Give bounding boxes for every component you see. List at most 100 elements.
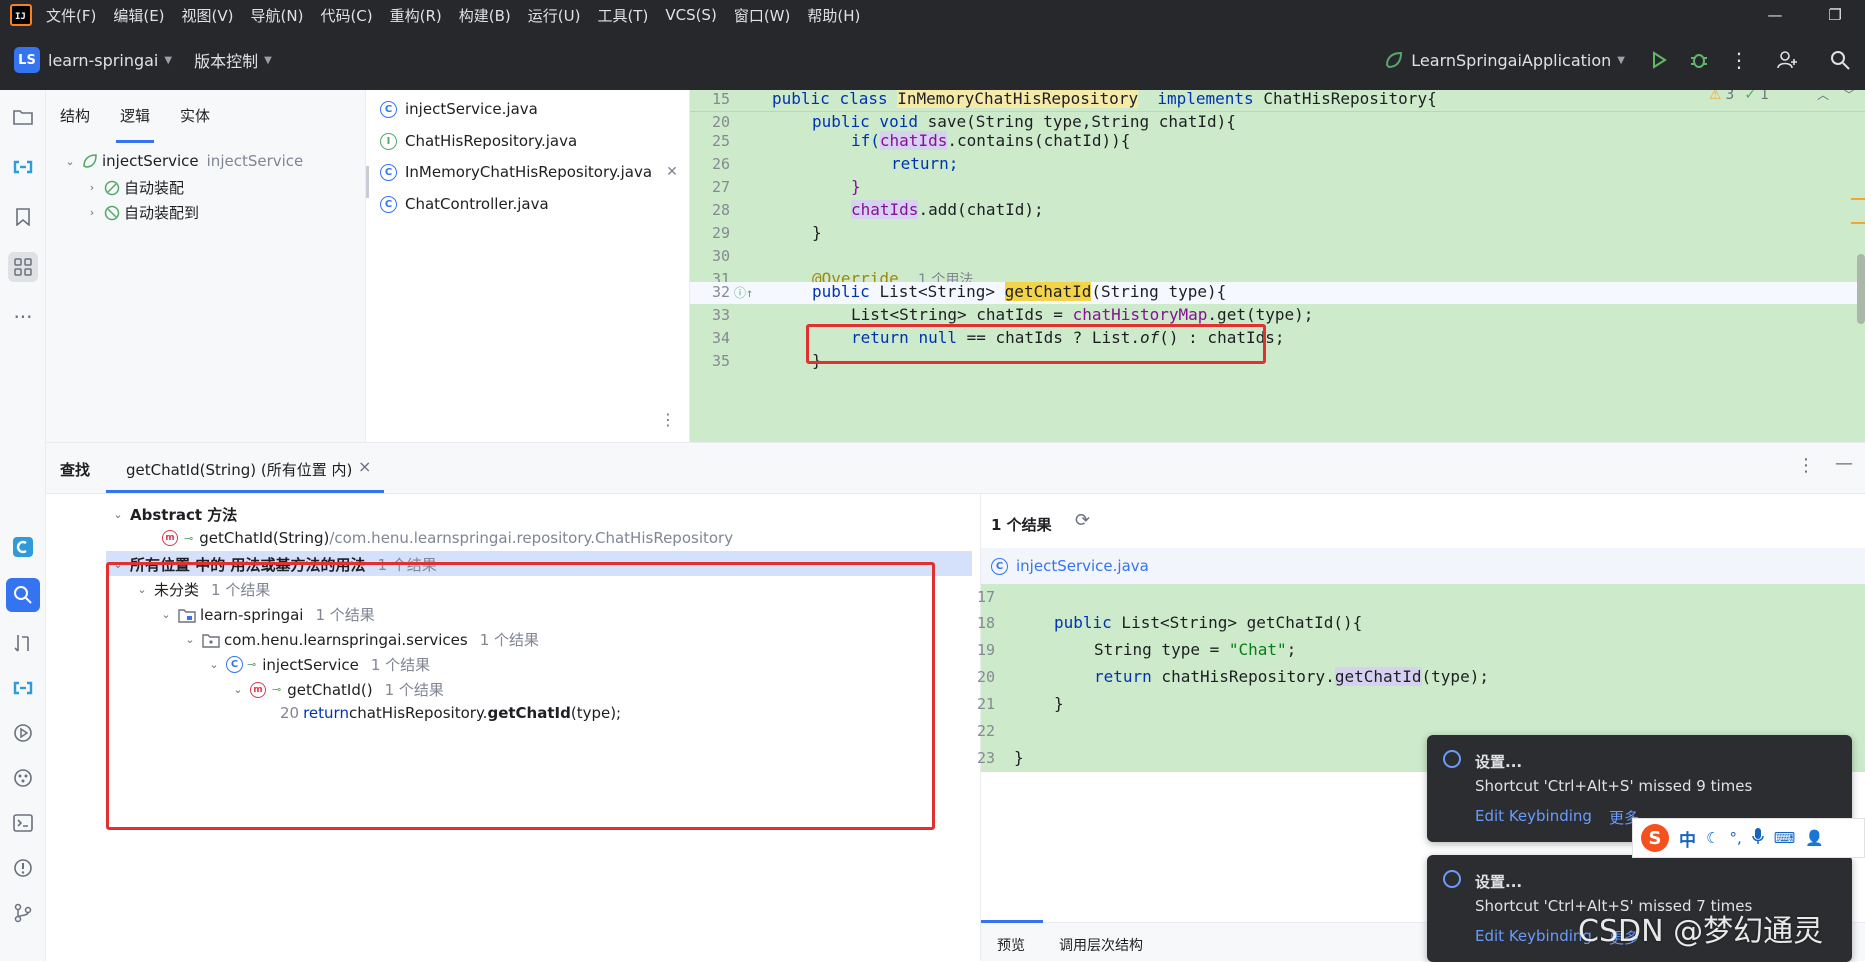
code-token: "Chat" — [1228, 640, 1287, 659]
code-line: public class InMemoryChatHisRepository i… — [772, 90, 1437, 108]
error-stripe-mark[interactable] — [1851, 222, 1865, 224]
add-user-icon[interactable] — [1759, 49, 1815, 71]
inspection-widget[interactable]: ⚠ 3 ✓ 1 — [1709, 90, 1769, 106]
preview-file-header[interactable]: C injectService.java — [981, 548, 1865, 584]
chevron-down-icon[interactable]: ﹀ — [1843, 90, 1855, 103]
chevron-right-icon[interactable]: › — [84, 181, 100, 194]
tab-structure[interactable]: 结构 — [60, 101, 90, 130]
file-item[interactable]: C injectService.java — [380, 100, 538, 118]
menu-edit[interactable]: 编辑(E) — [113, 5, 164, 26]
tree-node-autowired-to[interactable]: › 自动装配到 — [84, 202, 199, 223]
search-icon[interactable] — [1815, 49, 1865, 71]
line-number: 29 — [711, 224, 730, 242]
spring-bean-icon — [82, 153, 98, 169]
user-icon[interactable]: 👤 — [1805, 829, 1824, 847]
group-abstract-methods[interactable]: ⌄ Abstract 方法 — [110, 504, 237, 525]
menu-file[interactable]: 文件(F) — [46, 5, 96, 26]
chevron-down-icon[interactable]: ⌄ — [62, 155, 78, 168]
edit-keybinding-link[interactable]: Edit Keybinding — [1475, 927, 1592, 945]
menu-vcs[interactable]: VCS(S) — [665, 6, 716, 24]
menu-help[interactable]: 帮助(H) — [807, 5, 860, 26]
ime-mode-toggle[interactable]: 中 — [1679, 826, 1696, 851]
chevron-down-icon[interactable]: ⌄ — [110, 508, 126, 521]
code-token: chatIds — [851, 200, 919, 219]
find-tool-header: 查找 getChatId(String) (所有位置 内) × ⋮ — — [46, 442, 1865, 494]
line-number: 21 — [976, 695, 995, 713]
tab-call-hierarchy[interactable]: 调用层次结构 — [1059, 935, 1143, 955]
git-icon[interactable] — [8, 898, 38, 928]
pull-requests-icon[interactable] — [8, 628, 38, 658]
tab-find-query[interactable]: getChatId(String) (所有位置 内) — [126, 459, 352, 480]
chevron-up-icon[interactable]: ︿ — [1817, 90, 1829, 103]
services-icon[interactable] — [8, 718, 38, 748]
bookmarks-icon[interactable] — [8, 202, 38, 232]
active-file-marker — [366, 166, 369, 198]
left-tool-strip: ··· — [0, 90, 46, 961]
menu-run[interactable]: 运行(U) — [528, 5, 581, 26]
tree-node-autowired[interactable]: › 自动装配 — [84, 177, 184, 198]
project-folder-icon[interactable] — [8, 102, 38, 132]
chevron-down-icon[interactable]: ▼ — [264, 55, 272, 66]
code-token: .add(chatId); — [918, 200, 1044, 219]
more-tools-icon[interactable]: ··· — [8, 302, 38, 332]
abstract-method-item[interactable]: m ⊸ getChatId(String) /com.henu.learnspr… — [162, 529, 733, 547]
close-icon[interactable]: × — [358, 457, 371, 476]
tab-logic[interactable]: 逻辑 — [116, 101, 155, 143]
tab-preview[interactable]: 预览 — [997, 935, 1025, 955]
error-stripe-mark[interactable] — [1851, 198, 1865, 200]
project-badge[interactable]: LS — [14, 47, 40, 73]
refresh-icon[interactable]: ⟳ — [1075, 510, 1090, 531]
more-options-icon[interactable]: ⋮ — [1797, 455, 1815, 476]
project-name[interactable]: learn-springai — [48, 51, 158, 70]
debug-icon[interactable] — [1679, 50, 1719, 70]
menu-tools[interactable]: 工具(T) — [597, 5, 648, 26]
ai-assistant-icon[interactable] — [8, 532, 38, 562]
file-item-active[interactable]: C InMemoryChatHisRepository.java ✕ — [380, 163, 678, 181]
menu-window[interactable]: 窗口(W) — [734, 5, 791, 26]
restore-button[interactable]: ❐ — [1805, 0, 1865, 30]
tree-node-injectservice[interactable]: ⌄ injectService injectService — [62, 152, 303, 170]
tab-entity[interactable]: 实体 — [180, 101, 210, 130]
close-icon[interactable]: ✕ — [666, 164, 678, 180]
menu-code[interactable]: 代码(C) — [320, 5, 372, 26]
terminal-icon[interactable] — [8, 808, 38, 838]
problems-icon[interactable] — [8, 853, 38, 883]
file-item[interactable]: I ChatHisRepository.java — [380, 132, 577, 150]
code-line: List<String> chatIds = chatHistoryMap.ge… — [851, 305, 1313, 324]
code-token: List<String> chatIds = — [851, 305, 1073, 324]
minimize-button[interactable]: — — [1745, 0, 1805, 30]
run-configuration[interactable]: LearnSpringaiApplication — [1411, 51, 1611, 70]
keyboard-icon[interactable]: ⌨ — [1774, 829, 1796, 847]
file-name: ChatController.java — [405, 195, 549, 213]
chevron-down-icon[interactable]: ▼ — [1617, 55, 1625, 66]
code-editor[interactable]: 15 public class InMemoryChatHisRepositor… — [690, 90, 1865, 442]
edit-keybinding-link[interactable]: Edit Keybinding — [1475, 807, 1592, 825]
code-line: chatIds.add(chatId); — [851, 200, 1044, 219]
code-with-me-icon[interactable] — [8, 673, 38, 703]
sogou-logo-icon[interactable]: S — [1641, 824, 1669, 852]
vcs-widget[interactable]: 版本控制 — [194, 48, 258, 72]
menu-build[interactable]: 构建(B) — [459, 5, 511, 26]
punctuation-icon[interactable]: °, — [1729, 829, 1741, 847]
commit-icon[interactable] — [8, 152, 38, 182]
microphone-icon[interactable] — [1751, 827, 1764, 849]
more-options-icon[interactable]: ⋮ — [660, 410, 676, 429]
chevron-down-icon[interactable]: ▼ — [164, 55, 172, 66]
file-item[interactable]: C ChatController.java — [380, 195, 549, 213]
menu-view[interactable]: 视图(V) — [182, 5, 234, 26]
menu-refactor[interactable]: 重构(R) — [390, 5, 442, 26]
code-token: List<String> getChatId(){ — [1111, 613, 1363, 632]
code-line: } — [812, 223, 822, 242]
line-number: 30 — [711, 247, 730, 265]
editor-scrollbar[interactable] — [1857, 254, 1865, 324]
endpoints-icon[interactable] — [8, 763, 38, 793]
run-icon[interactable] — [1639, 51, 1679, 69]
find-tool-icon[interactable] — [6, 578, 40, 612]
moon-icon[interactable]: ☾ — [1706, 829, 1719, 847]
menu-navigate[interactable]: 导航(N) — [251, 5, 304, 26]
more-options-icon[interactable]: ⋮ — [1719, 48, 1759, 72]
minimize-panel-icon[interactable]: — — [1835, 453, 1853, 474]
chevron-right-icon[interactable]: › — [84, 206, 100, 219]
implements-gutter-icon[interactable]: ⓘ↑ — [734, 284, 753, 301]
structure-icon[interactable] — [8, 252, 38, 282]
